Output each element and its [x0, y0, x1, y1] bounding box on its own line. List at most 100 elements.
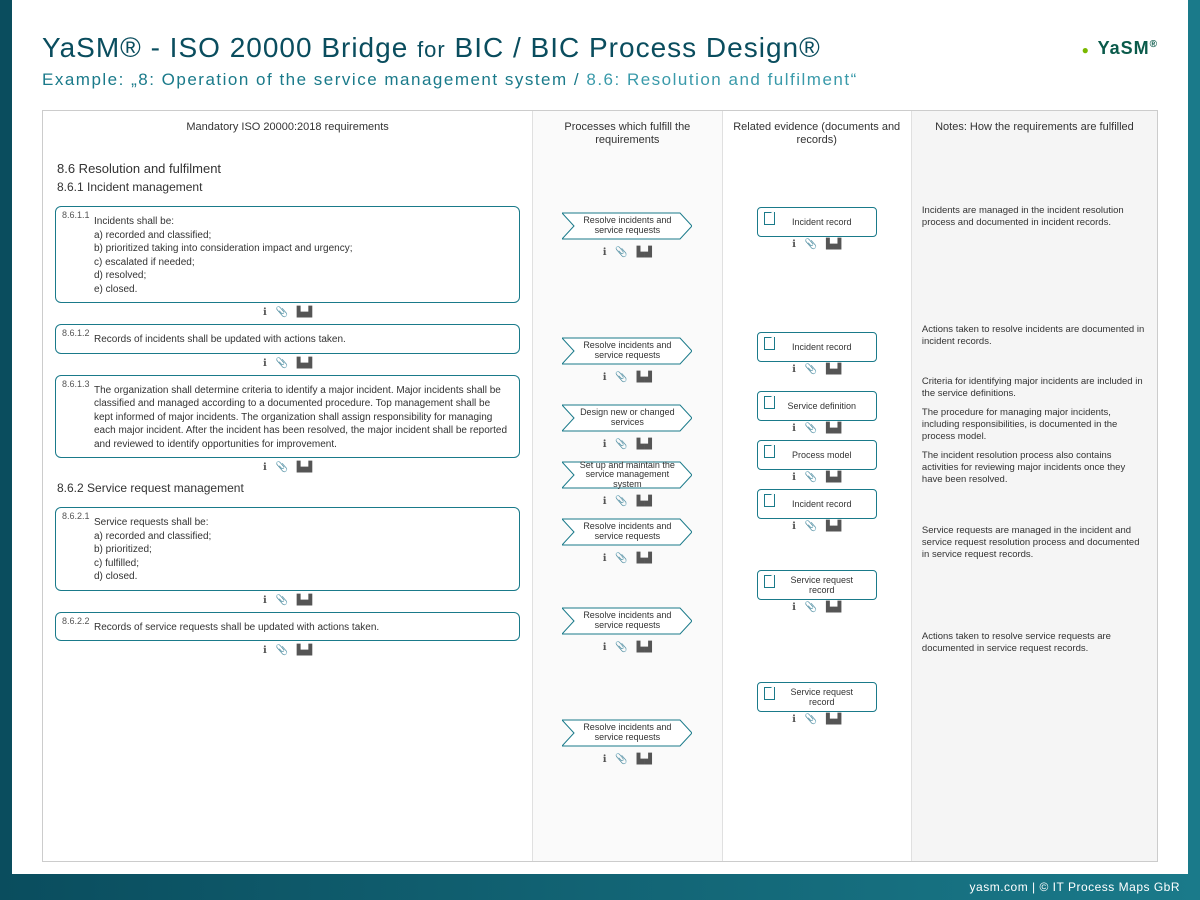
attachment-icon[interactable]: 📎 [805, 423, 817, 434]
hierarchy-icon[interactable]: ▙▟ [826, 472, 841, 483]
meta-icons: ℹ 📎 ▙▟ [533, 553, 721, 564]
info-icon[interactable]: ℹ [603, 247, 607, 258]
process-shape[interactable]: Design new or changed services [562, 399, 692, 437]
info-icon[interactable]: ℹ [603, 372, 607, 383]
hierarchy-icon[interactable]: ▙▟ [297, 595, 312, 606]
info-icon[interactable]: ℹ [263, 595, 267, 606]
attachment-icon[interactable]: 📎 [615, 247, 627, 258]
attachment-icon[interactable]: 📎 [805, 521, 817, 532]
info-icon[interactable]: ℹ [263, 645, 267, 656]
hierarchy-icon[interactable]: ▙▟ [297, 358, 312, 369]
hierarchy-icon[interactable]: ▙▟ [826, 714, 841, 725]
hierarchy-icon[interactable]: ▙▟ [637, 439, 652, 450]
section-heading: 8.6 Resolution and fulfilment [43, 157, 532, 178]
hierarchy-icon[interactable]: ▙▟ [637, 754, 652, 765]
attachment-icon[interactable]: 📎 [805, 239, 817, 250]
attachment-icon[interactable]: 📎 [276, 358, 288, 369]
hierarchy-icon[interactable]: ▙▟ [637, 496, 652, 507]
meta-icons: ℹ 📎 ▙▟ [533, 496, 721, 507]
requirement-text: Records of incidents shall be updated wi… [94, 333, 509, 347]
attachment-icon[interactable]: 📎 [805, 364, 817, 375]
requirement-text: Records of service requests shall be upd… [94, 621, 509, 635]
document-shape[interactable]: Service request record [757, 682, 877, 712]
info-icon[interactable]: ℹ [263, 358, 267, 369]
hierarchy-icon[interactable]: ▙▟ [297, 645, 312, 656]
process-shape[interactable]: Resolve incidents and service requests [562, 602, 692, 640]
hierarchy-icon[interactable]: ▙▟ [826, 364, 841, 375]
title-for: for [417, 37, 446, 62]
document-shape[interactable]: Incident record [757, 207, 877, 237]
document-shape[interactable]: Service definition [757, 391, 877, 421]
page-subtitle: Example: „8: Operation of the service ma… [42, 70, 1158, 90]
document-shape[interactable]: Service request record [757, 570, 877, 600]
attachment-icon[interactable]: 📎 [615, 553, 627, 564]
info-icon[interactable]: ℹ [792, 521, 796, 532]
info-icon[interactable]: ℹ [792, 602, 796, 613]
hierarchy-icon[interactable]: ▙▟ [637, 642, 652, 653]
column-header: Related evidence (documents and records) [723, 117, 911, 159]
info-icon[interactable]: ℹ [603, 754, 607, 765]
column-header: Mandatory ISO 20000:2018 requirements [43, 117, 532, 157]
attachment-icon[interactable]: 📎 [615, 372, 627, 383]
attachment-icon[interactable]: 📎 [276, 307, 288, 318]
document-shape[interactable]: Process model [757, 440, 877, 470]
requirement-box[interactable]: 8.6.2.2Records of service requests shall… [55, 612, 520, 642]
meta-icons: ℹ 📎 ▙▟ [43, 307, 532, 318]
attachment-icon[interactable]: 📎 [276, 462, 288, 473]
requirement-box[interactable]: 8.6.1.3The organization shall determine … [55, 375, 520, 459]
hierarchy-icon[interactable]: ▙▟ [297, 462, 312, 473]
meta-icons: ℹ 📎 ▙▟ [723, 521, 911, 532]
attachment-icon[interactable]: 📎 [276, 595, 288, 606]
hierarchy-icon[interactable]: ▙▟ [637, 372, 652, 383]
title-left: YaSM® - ISO 20000 Bridge [42, 32, 408, 63]
hierarchy-icon[interactable]: ▙▟ [826, 239, 841, 250]
info-icon[interactable]: ℹ [792, 714, 796, 725]
hierarchy-icon[interactable]: ▙▟ [826, 521, 841, 532]
requirement-number: 8.6.1.2 [62, 327, 90, 339]
process-shape[interactable]: Set up and maintain the service manageme… [562, 456, 692, 494]
bridge-table: Mandatory ISO 20000:2018 requirements8.6… [42, 110, 1158, 862]
process-shape[interactable]: Resolve incidents and service requests [562, 332, 692, 370]
document-shape[interactable]: Incident record [757, 489, 877, 519]
info-icon[interactable]: ℹ [603, 642, 607, 653]
attachment-icon[interactable]: 📎 [615, 496, 627, 507]
info-icon[interactable]: ℹ [263, 462, 267, 473]
hierarchy-icon[interactable]: ▙▟ [637, 247, 652, 258]
info-icon[interactable]: ℹ [792, 239, 796, 250]
attachment-icon[interactable]: 📎 [615, 754, 627, 765]
hierarchy-icon[interactable]: ▙▟ [297, 307, 312, 318]
subsection-heading: 8.6.2 Service request management [43, 479, 532, 503]
meta-icons: ℹ 📎 ▙▟ [723, 472, 911, 483]
attachment-icon[interactable]: 📎 [805, 714, 817, 725]
attachment-icon[interactable]: 📎 [805, 602, 817, 613]
process-shape[interactable]: Resolve incidents and service requests [562, 513, 692, 551]
requirement-box[interactable]: 8.6.2.1Service requests shall be:a) reco… [55, 507, 520, 591]
info-icon[interactable]: ℹ [603, 439, 607, 450]
attachment-icon[interactable]: 📎 [615, 642, 627, 653]
info-icon[interactable]: ℹ [263, 307, 267, 318]
requirement-box[interactable]: 8.6.1.1Incidents shall be:a) recorded an… [55, 206, 520, 303]
meta-icons: ℹ 📎 ▙▟ [43, 595, 532, 606]
process-shape[interactable]: Resolve incidents and service requests [562, 207, 692, 245]
attachment-icon[interactable]: 📎 [276, 645, 288, 656]
meta-icons: ℹ 📎 ▙▟ [533, 439, 721, 450]
info-icon[interactable]: ℹ [792, 472, 796, 483]
requirement-box[interactable]: 8.6.1.2 Records of incidents shall be upd… [55, 324, 520, 354]
fulfilment-note: Incidents are managed in the incident re… [912, 199, 1157, 318]
requirement-text: Incidents shall be:a) recorded and class… [94, 215, 509, 296]
attachment-icon[interactable]: 📎 [805, 472, 817, 483]
document-shape[interactable]: Incident record [757, 332, 877, 362]
info-icon[interactable]: ℹ [603, 496, 607, 507]
process-shape[interactable]: Resolve incidents and service requests [562, 714, 692, 752]
hierarchy-icon[interactable]: ▙▟ [637, 553, 652, 564]
info-icon[interactable]: ℹ [792, 364, 796, 375]
meta-icons: ℹ 📎 ▙▟ [533, 247, 721, 258]
hierarchy-icon[interactable]: ▙▟ [826, 602, 841, 613]
title-right: BIC / BIC Process Design® [455, 32, 821, 63]
attachment-icon[interactable]: 📎 [615, 439, 627, 450]
meta-icons: ℹ 📎 ▙▟ [723, 602, 911, 613]
info-icon[interactable]: ℹ [792, 423, 796, 434]
info-icon[interactable]: ℹ [603, 553, 607, 564]
fulfilment-note: Actions taken to resolve incidents are d… [912, 318, 1157, 370]
hierarchy-icon[interactable]: ▙▟ [826, 423, 841, 434]
